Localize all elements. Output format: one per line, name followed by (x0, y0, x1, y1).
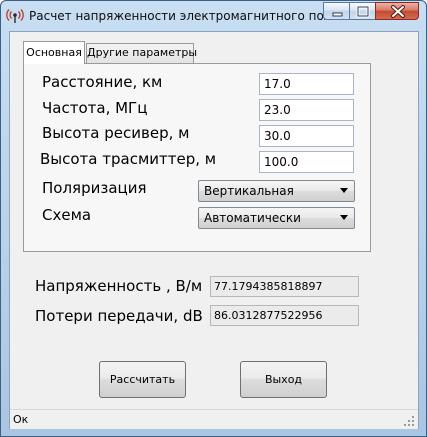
polarization-selected-value: Вертикальная (204, 184, 294, 198)
status-bar: Ок (10, 409, 418, 429)
close-icon (391, 5, 405, 18)
polarization-label: Поляризация (42, 179, 147, 197)
frequency-input[interactable]: 23.0 (259, 99, 354, 121)
chevron-down-icon (340, 215, 348, 220)
app-window: Расчет напряженности электромагнитного п… (0, 0, 427, 437)
tab-main[interactable]: Основная (23, 41, 85, 64)
tab-other-parameters[interactable]: Другие параметры (86, 43, 197, 63)
maximize-button[interactable] (349, 2, 376, 20)
close-button[interactable] (375, 2, 419, 20)
scheme-label: Схема (42, 206, 92, 224)
maximize-icon (356, 5, 370, 18)
scheme-selected-value: Автоматически (204, 211, 301, 225)
exit-button[interactable]: Выход (240, 361, 327, 398)
distance-label: Расстояние, км (42, 73, 163, 91)
transmitter-height-label: Высота трасмиттер, м (40, 150, 217, 168)
receiver-height-label: Высота ресивер, м (42, 124, 190, 142)
transmitter-height-input[interactable]: 100.0 (259, 151, 354, 173)
client-area: Основная Другие параметры Расстояние, км… (9, 31, 419, 429)
radio-antenna-icon (6, 7, 24, 25)
distance-input[interactable]: 17.0 (259, 73, 354, 95)
chevron-down-icon (340, 188, 348, 193)
calculate-button[interactable]: Рассчитать (99, 361, 186, 398)
polarization-select[interactable]: Вертикальная (198, 180, 355, 202)
transmission-loss-output: 86.0312877522956 (210, 305, 359, 326)
scheme-select[interactable]: Автоматически (198, 207, 355, 229)
field-strength-label: Напряженность , В/м (35, 277, 203, 295)
field-strength-output: 77.1794385818897 (210, 276, 359, 297)
minimize-button[interactable] (323, 2, 350, 20)
minimize-icon (332, 12, 343, 17)
receiver-height-input[interactable]: 30.0 (259, 125, 354, 147)
title-bar[interactable]: Расчет напряженности электромагнитного п… (1, 1, 426, 31)
transmission-loss-label: Потери передачи, dB (35, 307, 203, 325)
window-title: Расчет напряженности электромагнитного п… (29, 9, 339, 23)
tab-panel-main: Расстояние, км 17.0 Частота, МГц 23.0 Вы… (23, 63, 371, 252)
resize-grip-icon[interactable] (404, 416, 415, 427)
status-text: Ок (13, 413, 29, 426)
frequency-label: Частота, МГц (42, 99, 148, 117)
